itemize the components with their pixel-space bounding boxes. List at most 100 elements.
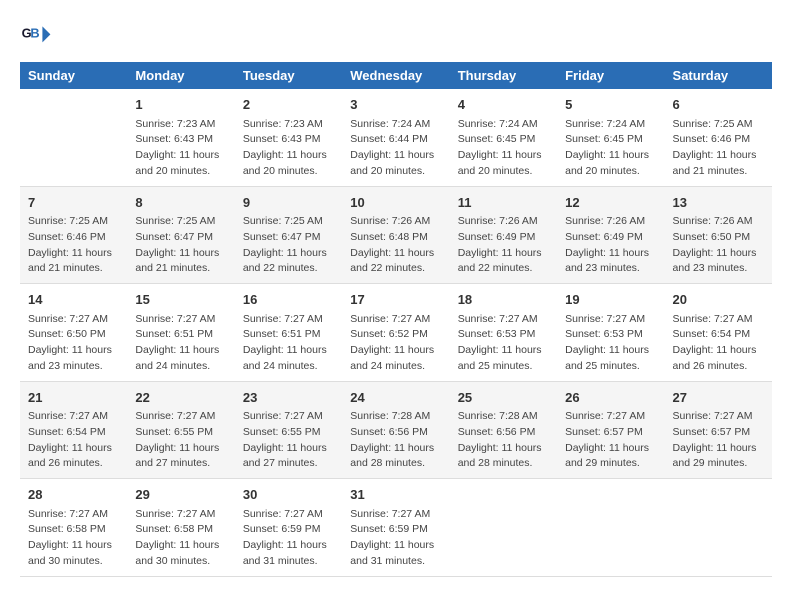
logo-icon: G B [20,20,52,52]
calendar-cell: 26Sunrise: 7:27 AM Sunset: 6:57 PM Dayli… [557,381,664,479]
day-info: Sunrise: 7:26 AM Sunset: 6:48 PM Dayligh… [350,214,441,277]
day-number: 4 [458,95,549,115]
weekday-header-sunday: Sunday [20,62,127,89]
day-info: Sunrise: 7:23 AM Sunset: 6:43 PM Dayligh… [243,117,334,180]
day-info: Sunrise: 7:27 AM Sunset: 6:55 PM Dayligh… [243,409,334,472]
page-header: G B [20,20,772,52]
calendar-cell [20,89,127,186]
calendar-cell: 2Sunrise: 7:23 AM Sunset: 6:43 PM Daylig… [235,89,342,186]
calendar-cell: 4Sunrise: 7:24 AM Sunset: 6:45 PM Daylig… [450,89,557,186]
day-number: 10 [350,193,441,213]
weekday-header-row: SundayMondayTuesdayWednesdayThursdayFrid… [20,62,772,89]
day-number: 5 [565,95,656,115]
day-number: 1 [135,95,226,115]
day-number: 17 [350,290,441,310]
calendar-table: SundayMondayTuesdayWednesdayThursdayFrid… [20,62,772,577]
weekday-header-friday: Friday [557,62,664,89]
day-info: Sunrise: 7:27 AM Sunset: 6:52 PM Dayligh… [350,312,441,375]
calendar-cell: 5Sunrise: 7:24 AM Sunset: 6:45 PM Daylig… [557,89,664,186]
day-info: Sunrise: 7:24 AM Sunset: 6:45 PM Dayligh… [565,117,656,180]
day-number: 3 [350,95,441,115]
calendar-week-row: 14Sunrise: 7:27 AM Sunset: 6:50 PM Dayli… [20,284,772,382]
logo: G B [20,20,56,52]
calendar-cell [557,479,664,577]
day-number: 2 [243,95,334,115]
day-info: Sunrise: 7:25 AM Sunset: 6:46 PM Dayligh… [28,214,119,277]
day-number: 18 [458,290,549,310]
calendar-cell: 31Sunrise: 7:27 AM Sunset: 6:59 PM Dayli… [342,479,449,577]
day-number: 22 [135,388,226,408]
day-number: 14 [28,290,119,310]
calendar-cell: 11Sunrise: 7:26 AM Sunset: 6:49 PM Dayli… [450,186,557,284]
calendar-cell: 3Sunrise: 7:24 AM Sunset: 6:44 PM Daylig… [342,89,449,186]
day-info: Sunrise: 7:25 AM Sunset: 6:47 PM Dayligh… [243,214,334,277]
calendar-week-row: 28Sunrise: 7:27 AM Sunset: 6:58 PM Dayli… [20,479,772,577]
day-info: Sunrise: 7:24 AM Sunset: 6:45 PM Dayligh… [458,117,549,180]
calendar-cell: 22Sunrise: 7:27 AM Sunset: 6:55 PM Dayli… [127,381,234,479]
calendar-cell: 16Sunrise: 7:27 AM Sunset: 6:51 PM Dayli… [235,284,342,382]
weekday-header-monday: Monday [127,62,234,89]
day-info: Sunrise: 7:27 AM Sunset: 6:54 PM Dayligh… [673,312,764,375]
day-number: 23 [243,388,334,408]
calendar-cell: 28Sunrise: 7:27 AM Sunset: 6:58 PM Dayli… [20,479,127,577]
calendar-cell: 23Sunrise: 7:27 AM Sunset: 6:55 PM Dayli… [235,381,342,479]
day-info: Sunrise: 7:25 AM Sunset: 6:46 PM Dayligh… [673,117,764,180]
day-info: Sunrise: 7:27 AM Sunset: 6:55 PM Dayligh… [135,409,226,472]
day-number: 27 [673,388,764,408]
day-info: Sunrise: 7:27 AM Sunset: 6:59 PM Dayligh… [350,507,441,570]
day-number: 28 [28,485,119,505]
calendar-cell: 6Sunrise: 7:25 AM Sunset: 6:46 PM Daylig… [665,89,772,186]
day-number: 6 [673,95,764,115]
calendar-cell: 24Sunrise: 7:28 AM Sunset: 6:56 PM Dayli… [342,381,449,479]
calendar-cell: 21Sunrise: 7:27 AM Sunset: 6:54 PM Dayli… [20,381,127,479]
calendar-cell: 18Sunrise: 7:27 AM Sunset: 6:53 PM Dayli… [450,284,557,382]
day-number: 29 [135,485,226,505]
day-info: Sunrise: 7:27 AM Sunset: 6:58 PM Dayligh… [135,507,226,570]
weekday-header-thursday: Thursday [450,62,557,89]
weekday-header-saturday: Saturday [665,62,772,89]
calendar-cell: 7Sunrise: 7:25 AM Sunset: 6:46 PM Daylig… [20,186,127,284]
calendar-cell: 13Sunrise: 7:26 AM Sunset: 6:50 PM Dayli… [665,186,772,284]
calendar-cell: 25Sunrise: 7:28 AM Sunset: 6:56 PM Dayli… [450,381,557,479]
calendar-cell: 12Sunrise: 7:26 AM Sunset: 6:49 PM Dayli… [557,186,664,284]
day-info: Sunrise: 7:27 AM Sunset: 6:53 PM Dayligh… [458,312,549,375]
day-number: 7 [28,193,119,213]
day-info: Sunrise: 7:27 AM Sunset: 6:51 PM Dayligh… [135,312,226,375]
calendar-cell: 30Sunrise: 7:27 AM Sunset: 6:59 PM Dayli… [235,479,342,577]
day-number: 19 [565,290,656,310]
day-number: 21 [28,388,119,408]
day-number: 8 [135,193,226,213]
calendar-cell: 15Sunrise: 7:27 AM Sunset: 6:51 PM Dayli… [127,284,234,382]
calendar-cell: 17Sunrise: 7:27 AM Sunset: 6:52 PM Dayli… [342,284,449,382]
calendar-cell [450,479,557,577]
calendar-cell: 27Sunrise: 7:27 AM Sunset: 6:57 PM Dayli… [665,381,772,479]
day-number: 26 [565,388,656,408]
day-number: 15 [135,290,226,310]
day-number: 16 [243,290,334,310]
calendar-week-row: 21Sunrise: 7:27 AM Sunset: 6:54 PM Dayli… [20,381,772,479]
day-number: 9 [243,193,334,213]
day-info: Sunrise: 7:27 AM Sunset: 6:51 PM Dayligh… [243,312,334,375]
calendar-cell: 9Sunrise: 7:25 AM Sunset: 6:47 PM Daylig… [235,186,342,284]
calendar-body: 1Sunrise: 7:23 AM Sunset: 6:43 PM Daylig… [20,89,772,576]
day-info: Sunrise: 7:27 AM Sunset: 6:58 PM Dayligh… [28,507,119,570]
calendar-header: SundayMondayTuesdayWednesdayThursdayFrid… [20,62,772,89]
day-info: Sunrise: 7:23 AM Sunset: 6:43 PM Dayligh… [135,117,226,180]
calendar-cell: 10Sunrise: 7:26 AM Sunset: 6:48 PM Dayli… [342,186,449,284]
day-info: Sunrise: 7:27 AM Sunset: 6:57 PM Dayligh… [565,409,656,472]
day-info: Sunrise: 7:28 AM Sunset: 6:56 PM Dayligh… [350,409,441,472]
day-info: Sunrise: 7:27 AM Sunset: 6:50 PM Dayligh… [28,312,119,375]
day-info: Sunrise: 7:25 AM Sunset: 6:47 PM Dayligh… [135,214,226,277]
day-info: Sunrise: 7:27 AM Sunset: 6:54 PM Dayligh… [28,409,119,472]
svg-text:B: B [30,26,39,41]
weekday-header-wednesday: Wednesday [342,62,449,89]
calendar-cell: 29Sunrise: 7:27 AM Sunset: 6:58 PM Dayli… [127,479,234,577]
calendar-cell: 8Sunrise: 7:25 AM Sunset: 6:47 PM Daylig… [127,186,234,284]
calendar-week-row: 1Sunrise: 7:23 AM Sunset: 6:43 PM Daylig… [20,89,772,186]
day-info: Sunrise: 7:27 AM Sunset: 6:53 PM Dayligh… [565,312,656,375]
day-number: 11 [458,193,549,213]
day-number: 30 [243,485,334,505]
day-info: Sunrise: 7:26 AM Sunset: 6:49 PM Dayligh… [565,214,656,277]
day-info: Sunrise: 7:24 AM Sunset: 6:44 PM Dayligh… [350,117,441,180]
calendar-cell [665,479,772,577]
